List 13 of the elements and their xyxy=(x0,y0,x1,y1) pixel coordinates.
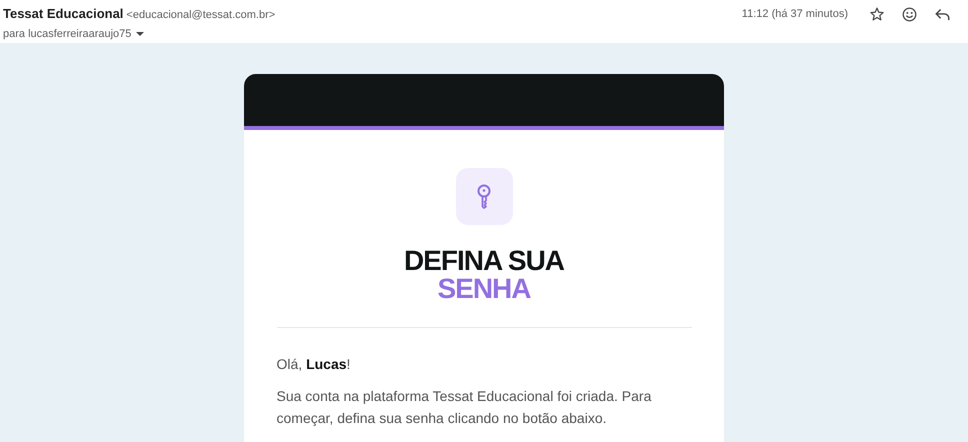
sender-email: <educacional@tessat.com.br> xyxy=(126,8,276,23)
reply-icon[interactable] xyxy=(935,8,950,21)
received-time: 11:12 (há 37 minutos) xyxy=(742,7,848,22)
star-icon[interactable] xyxy=(870,7,884,22)
greeting-text: Olá, Lucas! xyxy=(276,355,352,374)
recipient-text: para lucasferreiraaraujo75 xyxy=(3,26,132,42)
dropdown-icon[interactable] xyxy=(136,30,144,37)
key-icon xyxy=(456,168,512,225)
title-text: SENHA xyxy=(437,275,530,303)
body-text: Sua conta na plataforma Tessat Educacional foi criada. Para começar, defina sua senha clicando no botão abaixo. xyxy=(276,387,652,428)
emoji-icon[interactable] xyxy=(902,6,917,22)
title-text: DEFINA SUA xyxy=(404,247,564,275)
sender-name: Tessat Educacional xyxy=(3,5,124,23)
